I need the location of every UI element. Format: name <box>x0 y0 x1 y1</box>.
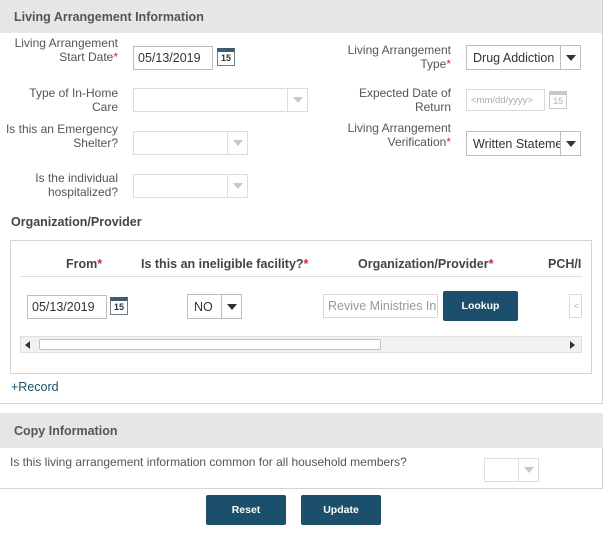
hospitalized-select[interactable] <box>133 174 248 198</box>
update-button[interactable]: Update <box>301 495 381 525</box>
lookup-button[interactable]: Lookup <box>443 291 518 321</box>
panel-border-bottom <box>0 403 603 404</box>
ineligible-facility-select[interactable]: NO <box>187 294 242 319</box>
calendar-icon[interactable]: 15 <box>217 48 235 66</box>
calendar-icon[interactable]: 15 <box>110 297 128 315</box>
verification-label: Living Arrangement Verification* <box>347 121 451 149</box>
arrangement-type-select[interactable]: Drug Addiction <box>466 45 581 70</box>
chevron-down-icon <box>287 89 307 111</box>
ineligible-facility-value: NO <box>194 299 213 314</box>
copy-information-title: Copy Information <box>14 423 118 438</box>
chevron-down-icon <box>518 459 538 481</box>
expected-return-input[interactable]: <mm/dd/yyyy> <box>466 89 545 111</box>
emergency-shelter-select[interactable] <box>133 131 248 155</box>
calendar-icon[interactable]: 15 <box>549 91 567 109</box>
required-marker: * <box>446 135 451 149</box>
copy-information-header: Copy Information <box>0 413 603 448</box>
start-date-label: Living Arrangement Start Date* <box>14 36 118 64</box>
chevron-down-icon <box>227 132 247 154</box>
required-marker: * <box>446 57 451 71</box>
chevron-down-icon <box>560 46 580 69</box>
row-from-date-input[interactable]: 05/13/2019 <box>27 295 107 319</box>
chevron-down-icon <box>221 295 241 318</box>
org-provider-input[interactable]: Revive Ministries Inc <box>323 294 438 318</box>
col-org-provider: Organization/Provider* <box>358 257 494 271</box>
hospitalized-label: Is the individual hospitalized? <box>35 171 118 199</box>
scrollbar-thumb[interactable] <box>39 339 381 350</box>
copy-question-label: Is this living arrangement information c… <box>10 455 407 469</box>
panel-border-right <box>602 448 603 489</box>
copy-household-select[interactable] <box>484 458 539 482</box>
org-provider-title: Organization/Provider <box>11 215 142 229</box>
reset-button[interactable]: Reset <box>206 495 286 525</box>
arrangement-type-label: Living Arrangement Type* <box>347 43 451 71</box>
chevron-down-icon <box>227 175 247 197</box>
start-date-input[interactable]: 05/13/2019 <box>133 46 213 70</box>
col-ineligible-facility: Is this an ineligible facility?* <box>141 257 309 271</box>
arrangement-type-value: Drug Addiction <box>473 50 555 65</box>
inhome-care-select[interactable] <box>133 88 308 112</box>
living-arrangement-header: Living Arrangement Information <box>0 0 603 33</box>
panel-border-right <box>602 0 603 404</box>
pch-input[interactable]: < <box>569 294 582 318</box>
panel-border-bottom <box>0 488 603 489</box>
col-pch: PCH/I <box>548 257 582 271</box>
verification-select[interactable]: Written Statement <box>466 131 581 156</box>
scroll-right-icon[interactable] <box>570 341 575 349</box>
required-marker: * <box>113 50 118 64</box>
add-record-link[interactable]: +Record <box>11 380 59 394</box>
chevron-down-icon <box>560 132 580 155</box>
col-from: From* <box>66 257 103 271</box>
inhome-care-label: Type of In-Home Care <box>29 86 118 114</box>
expected-return-label: Expected Date of Return <box>358 86 451 114</box>
emergency-shelter-label: Is this an Emergency Shelter? <box>5 122 118 150</box>
table-header-divider <box>20 276 582 277</box>
horizontal-scrollbar[interactable] <box>20 336 582 353</box>
verification-value: Written Statement <box>473 136 560 151</box>
scroll-left-icon[interactable] <box>25 341 30 349</box>
living-arrangement-title: Living Arrangement Information <box>14 9 204 24</box>
